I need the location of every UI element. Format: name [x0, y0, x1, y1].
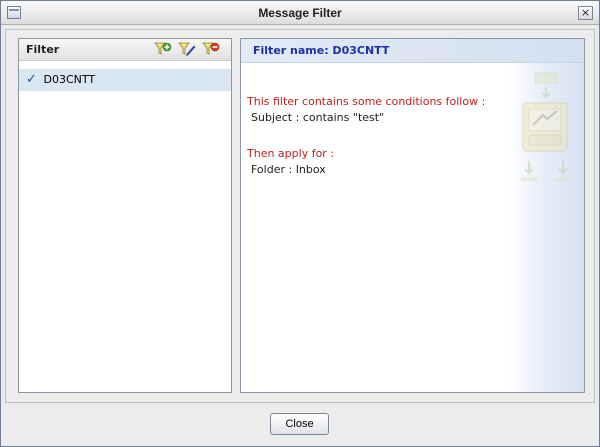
filter-list-item[interactable]: ✓ D03CNTT	[19, 69, 231, 91]
filter-description: This filter contains some conditions fol…	[247, 94, 507, 178]
title-bar[interactable]: Message Filter ×	[1, 1, 599, 25]
filter-item-name: D03CNTT	[43, 73, 96, 86]
filter-detail-panel: Filter name: D03CNTT This filter contain…	[240, 38, 585, 393]
add-filter-icon[interactable]	[154, 42, 172, 56]
action-line: Folder : Inbox	[251, 163, 326, 176]
filter-list-panel: Filter ✓ D03CNTT	[18, 38, 232, 393]
edit-filter-icon[interactable]	[178, 42, 196, 56]
close-window-icon[interactable]: ×	[578, 6, 593, 20]
filter-list-header: Filter	[19, 39, 231, 61]
window-title: Message Filter	[258, 6, 342, 20]
dialog-footer: Close	[1, 405, 599, 446]
checkmark-icon: ✓	[26, 72, 37, 87]
condition-line: Subject : contains "test"	[251, 111, 385, 124]
message-filter-dialog: Message Filter × Filter ✓ D03CNTT Filter…	[0, 0, 600, 447]
filter-detail-header: Filter name: D03CNTT	[241, 39, 584, 63]
delete-filter-icon[interactable]	[202, 42, 220, 56]
filter-name-heading: Filter name: D03CNTT	[253, 44, 390, 57]
dialog-body: Filter ✓ D03CNTT Filter name: D03CNTT Th…	[5, 29, 595, 403]
close-button[interactable]: Close	[270, 413, 329, 435]
conditions-heading: This filter contains some conditions fol…	[247, 95, 486, 108]
filter-list-title: Filter	[26, 43, 60, 56]
filter-watermark-icon	[521, 72, 571, 181]
actions-heading: Then apply for :	[247, 147, 335, 160]
filter-list: ✓ D03CNTT	[19, 69, 231, 91]
